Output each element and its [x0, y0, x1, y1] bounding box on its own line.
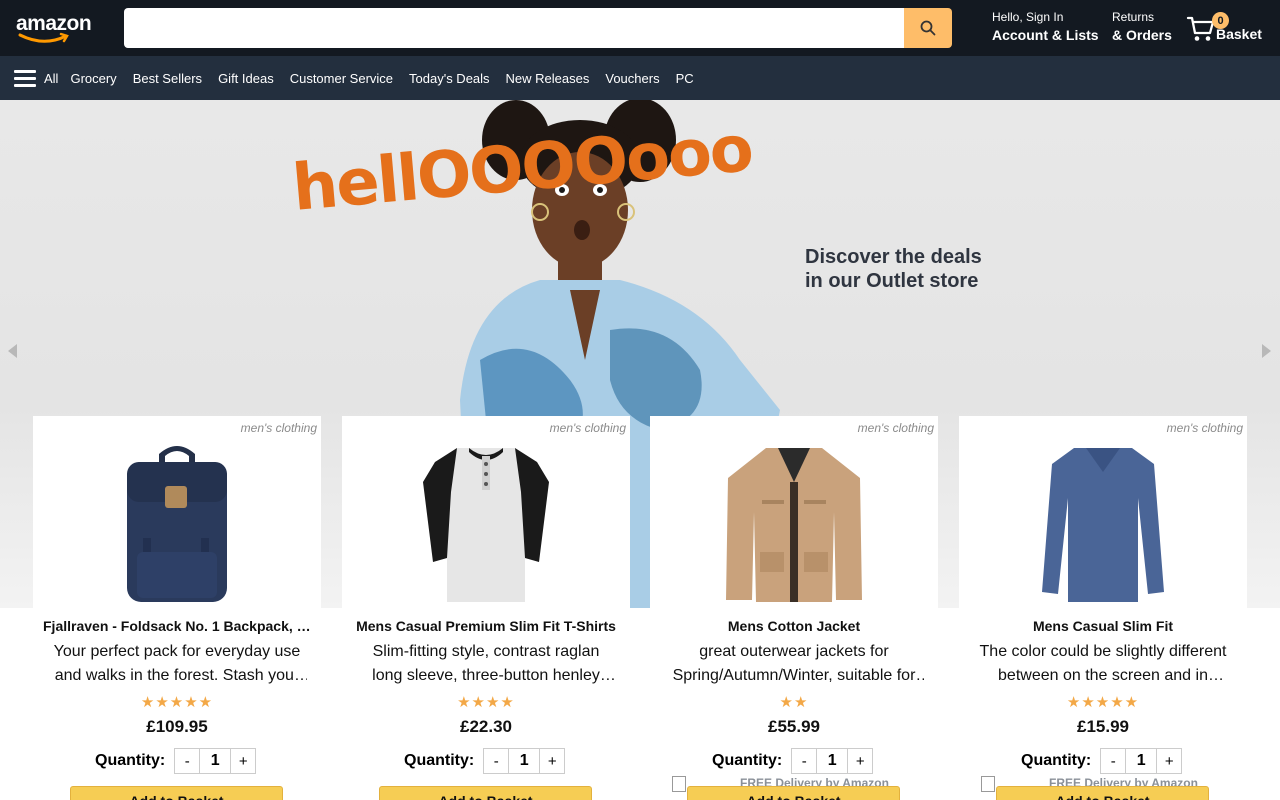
quantity-decrease-button[interactable]: -	[483, 748, 510, 774]
search-bar	[124, 8, 952, 48]
add-to-basket-button[interactable]: Add to Basket	[70, 786, 283, 800]
search-button[interactable]	[904, 8, 952, 48]
product-price: £22.30	[460, 717, 512, 736]
add-to-basket-button[interactable]: Add to Basket	[687, 786, 900, 800]
add-to-basket-button[interactable]: Add to Basket	[379, 786, 592, 800]
nav-all-button[interactable]: All	[14, 69, 59, 87]
product-title[interactable]: Fjallraven - Foldsack No. 1 Backpack, Fi…	[43, 618, 311, 634]
nav-item-vouchers[interactable]: Vouchers	[605, 71, 659, 86]
quantity-label: Quantity:	[712, 752, 783, 769]
quantity-increase-button[interactable]: +	[847, 748, 874, 774]
add-to-basket-button[interactable]: Add to Basket	[996, 786, 1209, 800]
rating-stars: ★★★★★	[140, 694, 214, 711]
product-category: men's clothing	[549, 421, 626, 435]
search-input[interactable]	[124, 8, 904, 48]
carousel-right-icon[interactable]	[1262, 344, 1271, 358]
product-description: Slim-fitting style, contrast raglan long…	[372, 643, 600, 684]
nav-item-grocery[interactable]: Grocery	[70, 71, 116, 86]
quantity-stepper: Quantity: - 1 +	[1021, 748, 1183, 774]
product-price: £109.95	[146, 717, 208, 736]
account-lists-label: Account & Lists	[992, 26, 1099, 43]
product-description: great outerwear jackets for Spring/Autum…	[672, 643, 916, 684]
account-greeting: Hello, Sign In	[992, 10, 1064, 24]
nav-item-todays-deals[interactable]: Today's Deals	[409, 71, 490, 86]
prime-logo-image	[672, 776, 686, 792]
quantity-label: Quantity:	[1021, 752, 1092, 769]
nav-item-new-releases[interactable]: New Releases	[506, 71, 590, 86]
product-card: men's clothing Fjallraven - Foldsack No.…	[33, 416, 321, 800]
amazon-logo[interactable]: amazon	[16, 12, 98, 44]
product-price: £55.99	[768, 717, 820, 736]
product-title[interactable]: Mens Casual Premium Slim Fit T-Shirts	[352, 618, 620, 634]
product-card: men's clothing Mens Casual Premium Slim …	[342, 416, 630, 800]
nav-all-label: All	[44, 70, 59, 86]
top-header: amazon Hello, Sign In Account & Lists Re…	[0, 0, 1280, 56]
returns-orders[interactable]: Returns & Orders	[1112, 10, 1172, 44]
product-description: The color could be slightly different be…	[979, 643, 1227, 684]
hero-subtitle: Discover the deals in our Outlet store	[805, 245, 982, 293]
product-category: men's clothing	[240, 421, 317, 435]
nav-item-pc[interactable]: PC	[676, 71, 694, 86]
returns-label: Returns	[1112, 10, 1155, 24]
orders-label: & Orders	[1112, 26, 1172, 43]
quantity-decrease-button[interactable]: -	[174, 748, 201, 774]
product-price: £15.99	[1077, 717, 1129, 736]
longsleeve-shirt-image	[1042, 448, 1164, 602]
menu-icon	[14, 69, 36, 87]
quantity-increase-button[interactable]: +	[230, 748, 257, 774]
product-title[interactable]: Mens Casual Slim Fit	[969, 618, 1237, 634]
hero-subtitle-line2: in our Outlet store	[805, 270, 979, 292]
jacket-image	[726, 448, 862, 602]
quantity-value: 1	[509, 748, 540, 774]
quantity-value: 1	[1126, 748, 1157, 774]
logo-smile-icon	[18, 32, 69, 43]
nav-item-best-sellers[interactable]: Best Sellers	[133, 71, 202, 86]
quantity-label: Quantity:	[404, 752, 475, 769]
product-category: men's clothing	[857, 421, 934, 435]
account-lists[interactable]: Hello, Sign In Account & Lists	[992, 10, 1099, 44]
quantity-decrease-button[interactable]: -	[791, 748, 818, 774]
product-description: Your perfect pack for everyday use and w…	[53, 643, 301, 684]
quantity-value: 1	[200, 748, 231, 774]
basket-button[interactable]: 0 Basket	[1186, 12, 1272, 46]
quantity-decrease-button[interactable]: -	[1100, 748, 1127, 774]
quantity-stepper: Quantity: - 1 +	[95, 748, 257, 774]
prime-logo-image	[981, 776, 995, 792]
search-icon	[920, 20, 936, 36]
product-image[interactable]	[342, 440, 630, 608]
quantity-stepper: Quantity: - 1 +	[712, 748, 874, 774]
nav-item-customer-service[interactable]: Customer Service	[290, 71, 393, 86]
rating-stars: ★★	[779, 694, 809, 711]
product-image[interactable]	[33, 440, 321, 608]
quantity-stepper: Quantity: - 1 +	[404, 748, 566, 774]
product-card: men's clothing Mens Cotton Jacket great …	[650, 416, 938, 800]
product-image[interactable]	[959, 440, 1247, 608]
product-image[interactable]	[650, 440, 938, 608]
product-title[interactable]: Mens Cotton Jacket	[660, 618, 928, 634]
quantity-label: Quantity:	[95, 752, 166, 769]
nav-bar: All Grocery Best Sellers Gift Ideas Cust…	[0, 56, 1280, 100]
quantity-value: 1	[817, 748, 848, 774]
product-card: men's clothing Mens Casual Slim Fit The …	[959, 416, 1247, 800]
carousel-left-icon[interactable]	[8, 344, 17, 358]
quantity-increase-button[interactable]: +	[539, 748, 566, 774]
rating-stars: ★★★★★	[1066, 694, 1140, 711]
backpack-image	[127, 446, 227, 602]
nav-item-gift-ideas[interactable]: Gift Ideas	[218, 71, 274, 86]
product-category: men's clothing	[1166, 421, 1243, 435]
henley-shirt-image	[423, 448, 549, 602]
quantity-increase-button[interactable]: +	[1156, 748, 1183, 774]
basket-label: Basket	[1216, 26, 1262, 42]
rating-stars: ★★★★	[457, 694, 515, 711]
hero-subtitle-line1: Discover the deals	[805, 246, 982, 268]
